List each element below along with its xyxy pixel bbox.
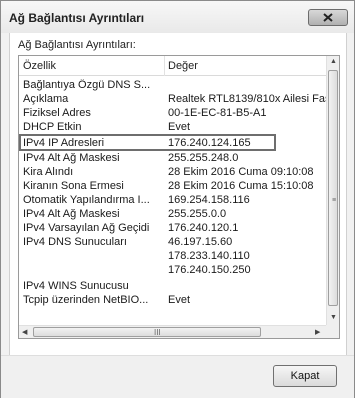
property-cell: IPv4 IP Adresleri — [23, 137, 105, 149]
window-title: Ağ Bağlantısı Ayrıntıları — [9, 11, 145, 25]
value-cell: 176.240.150.250 — [168, 264, 251, 276]
table-row[interactable]: IPv4 WINS Sunucusu — [19, 279, 327, 293]
table-row[interactable]: Tcpip üzerinden NetBIO... Evet — [19, 293, 327, 307]
property-cell: Tcpip üzerinden NetBIO... — [23, 294, 149, 306]
column-header-value[interactable]: Değer — [168, 60, 198, 72]
value-cell: 255.255.248.0 — [168, 152, 239, 164]
property-cell: DHCP Etkin — [23, 121, 82, 133]
value-cell: 176.240.120.1 — [168, 222, 239, 234]
table-row[interactable]: IPv4 Alt Ağ Maskesi 255.255.248.0 — [19, 151, 327, 165]
scroll-right-icon[interactable]: ▶ — [315, 328, 320, 336]
value-cell: 46.197.15.60 — [168, 236, 233, 248]
scroll-left-icon[interactable]: ◀ — [22, 328, 27, 336]
property-cell: Kiranın Sona Ermesi — [23, 180, 124, 192]
table-row[interactable]: IPv4 Varsayılan Ağ Geçidi 176.240.120.1 — [19, 221, 327, 235]
vertical-scroll-thumb[interactable]: ≡ — [328, 70, 338, 306]
value-cell: 00-1E-EC-81-B5-A1 — [168, 107, 267, 119]
network-connection-details-dialog: Ağ Bağlantısı Ayrıntıları Ağ Bağlantısı … — [0, 0, 355, 398]
dialog-footer: Kapat — [1, 355, 354, 398]
table-row[interactable]: Bağlantıya Özgü DNS S... — [19, 78, 327, 92]
property-cell: Bağlantıya Özgü DNS S... — [23, 79, 151, 91]
table-row[interactable]: IPv4 DNS Sunucuları 46.197.15.60 — [19, 235, 327, 249]
table-row[interactable]: Fiziksel Adres 00-1E-EC-81-B5-A1 — [19, 106, 327, 120]
property-cell: IPv4 Alt Ağ Maskesi — [23, 208, 120, 220]
dialog-body: Ağ Bağlantısı Ayrıntıları: Özellik Değer… — [9, 33, 347, 355]
value-cell: Evet — [168, 121, 191, 133]
window-close-button[interactable] — [308, 9, 348, 26]
table-row[interactable]: 176.240.150.250 — [19, 263, 327, 277]
horizontal-scrollbar[interactable]: ◀ III ▶ — [19, 325, 327, 338]
scroll-grip-icon: ≡ — [332, 197, 336, 204]
value-cell: 28 Ekim 2016 Cuma 15:10:08 — [168, 180, 314, 192]
column-divider[interactable] — [164, 56, 165, 76]
table-row[interactable]: Kiranın Sona Ermesi 28 Ekim 2016 Cuma 15… — [19, 179, 327, 193]
property-cell: IPv4 Alt Ağ Maskesi — [23, 152, 120, 164]
scroll-down-icon[interactable]: ▼ — [330, 314, 337, 321]
scrollbar-corner — [326, 325, 339, 338]
list-header: Özellik Değer — [19, 56, 327, 76]
scroll-grip-icon: III — [154, 328, 161, 337]
vertical-scrollbar[interactable]: ▲ ≡ ▼ — [326, 56, 339, 326]
value-cell: 28 Ekim 2016 Cuma 09:10:08 — [168, 166, 314, 178]
value-cell: Evet — [168, 294, 191, 306]
details-list[interactable]: Özellik Değer Bağlantıya Özgü DNS S... A… — [18, 55, 340, 339]
horizontal-scroll-thumb[interactable]: III — [33, 327, 261, 337]
close-icon — [323, 13, 333, 22]
property-cell: Kira Alındı — [23, 166, 74, 178]
table-row[interactable]: Kira Alındı 28 Ekim 2016 Cuma 09:10:08 — [19, 165, 327, 179]
scroll-up-icon[interactable]: ▲ — [330, 58, 337, 65]
value-cell: 176.240.124.165 — [168, 137, 251, 149]
value-cell: 169.254.158.116 — [168, 194, 250, 206]
property-cell: IPv4 Varsayılan Ağ Geçidi — [23, 222, 150, 234]
table-row[interactable]: DHCP Etkin Evet — [19, 120, 327, 134]
value-cell: Realtek RTL8139/810x Ailesi Fast Eth — [168, 93, 327, 105]
close-button[interactable]: Kapat — [273, 365, 337, 387]
value-cell: 178.233.140.110 — [168, 250, 250, 262]
table-row[interactable]: Otomatik Yapılandırma I... 169.254.158.1… — [19, 193, 327, 207]
table-row[interactable]: IPv4 Alt Ağ Maskesi 255.255.0.0 — [19, 207, 327, 221]
property-cell: Fiziksel Adres — [23, 107, 91, 119]
title-bar: Ağ Bağlantısı Ayrıntıları — [1, 1, 354, 33]
table-row[interactable]: Açıklama Realtek RTL8139/810x Ailesi Fas… — [19, 92, 327, 106]
property-cell: IPv4 DNS Sunucuları — [23, 236, 127, 248]
section-label: Ağ Bağlantısı Ayrıntıları: — [18, 39, 136, 51]
table-row-highlighted[interactable]: IPv4 IP Adresleri 176.240.124.165 — [19, 134, 327, 151]
column-header-property[interactable]: Özellik — [23, 60, 56, 72]
value-cell: 255.255.0.0 — [168, 208, 227, 220]
property-cell: Otomatik Yapılandırma I... — [23, 194, 150, 206]
property-cell: IPv4 WINS Sunucusu — [23, 280, 129, 292]
table-row[interactable]: 178.233.140.110 — [19, 249, 327, 263]
list-rows: Bağlantıya Özgü DNS S... Açıklama Realte… — [19, 78, 327, 326]
property-cell: Açıklama — [23, 93, 69, 105]
